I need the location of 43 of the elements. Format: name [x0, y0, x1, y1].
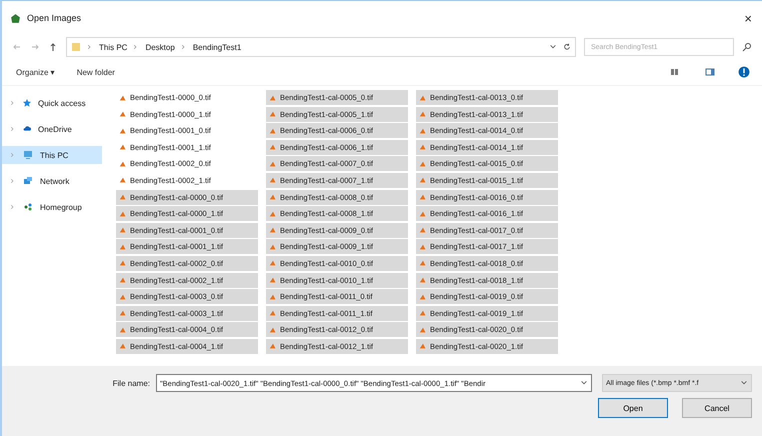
dropdown-icon — [549, 43, 557, 51]
breadcrumb[interactable]: Desktop — [145, 42, 175, 52]
nav-item[interactable]: Quick access — [2, 94, 102, 112]
breadcrumb[interactable]: BendingTest1 — [192, 42, 242, 52]
refresh-icon — [563, 43, 571, 51]
nav-item[interactable]: OneDrive — [2, 120, 102, 138]
open-button[interactable]: Open — [598, 398, 668, 418]
app-icon — [10, 12, 21, 24]
breadcrumb[interactable]: This PC — [99, 42, 128, 52]
preview-pane-icon — [704, 67, 716, 77]
expand-icon — [10, 125, 16, 133]
image-file-icon — [419, 94, 427, 102]
search-icon — [742, 42, 752, 52]
address-bar[interactable]: This PC Desktop BendingTest1 — [66, 37, 576, 57]
chevron-icon — [87, 43, 93, 51]
star-icon — [22, 98, 32, 108]
expand-icon — [10, 177, 16, 185]
close-button[interactable]: × — [742, 10, 754, 26]
help-icon — [738, 66, 750, 78]
back-icon — [12, 42, 22, 52]
dropdown-icon — [580, 379, 588, 387]
organize-button[interactable]: Organize ▾ — [16, 68, 55, 76]
expand-icon — [10, 151, 16, 159]
homegroup-icon — [22, 202, 34, 212]
nav-item[interactable]: Homegroup — [2, 198, 102, 216]
file-name-label: File name: — [112, 378, 150, 388]
cloud-icon — [22, 125, 32, 133]
monitor-icon — [22, 150, 34, 160]
chevron-icon — [180, 43, 187, 51]
folder-icon — [71, 40, 81, 54]
expand-icon — [10, 99, 16, 107]
expand-icon — [10, 203, 16, 211]
forward-icon — [30, 42, 40, 52]
network-icon — [22, 176, 34, 186]
new-folder-button[interactable]: New folder — [76, 68, 115, 76]
image-file-icon — [119, 94, 127, 102]
nav-item[interactable]: This PC — [2, 146, 102, 164]
up-icon — [48, 42, 58, 52]
cancel-button[interactable]: Cancel — [682, 398, 752, 418]
window-title: Open Images — [27, 13, 82, 23]
dropdown-icon — [740, 379, 748, 387]
nav-item[interactable]: Network — [2, 172, 102, 190]
image-file-icon — [269, 94, 277, 102]
